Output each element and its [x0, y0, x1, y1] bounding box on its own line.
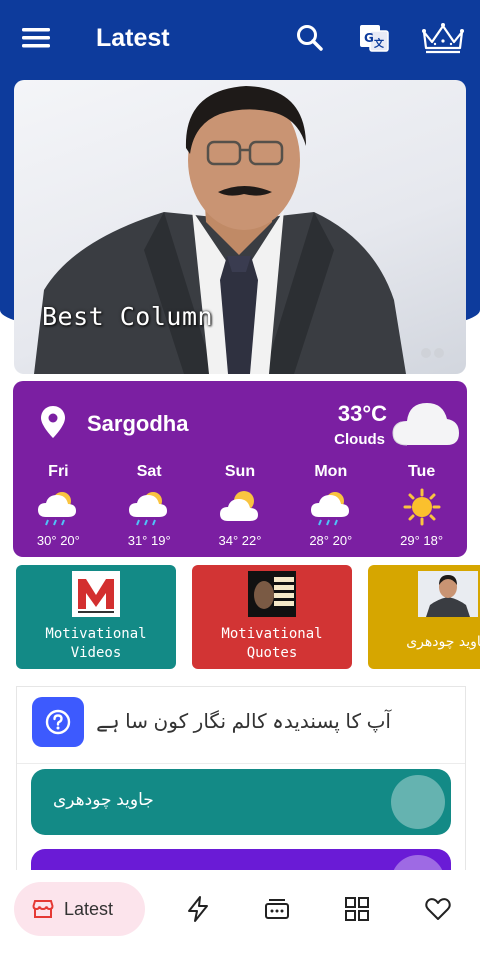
card-label: Motivational Quotes: [221, 626, 323, 661]
carousel-dot[interactable]: [434, 348, 444, 358]
rain-sun-icon: [310, 492, 349, 526]
forecast-temps: 28° 20°: [309, 533, 353, 548]
forecast-day: Fri 30° 20°: [13, 463, 104, 548]
forecast-day: Sun 34° 22°: [195, 463, 286, 548]
weather-condition: Clouds: [334, 431, 385, 448]
crown-icon[interactable]: [420, 20, 466, 56]
poll-section: آپ کا پسندیدہ کالم نگار کون سا ہے جاوید …: [16, 686, 466, 915]
svg-text:文: 文: [374, 37, 385, 50]
forecast-day-name: Sun: [224, 463, 256, 480]
motivational-quotes-card[interactable]: Motivational Quotes: [192, 565, 352, 669]
category-icon[interactable]: [263, 895, 291, 923]
nav-active-label: Latest: [64, 898, 114, 919]
heart-icon[interactable]: [424, 895, 452, 923]
poll-option[interactable]: جاوید چودھری: [31, 769, 451, 835]
poll-option-label: جاوید چودھری: [53, 790, 154, 809]
columnist-card[interactable]: جاوید چودھری: [368, 565, 480, 669]
rain-sun-icon: [129, 492, 168, 526]
forecast-day-name: Sat: [136, 463, 162, 480]
forecast-temps: 31° 19°: [127, 533, 171, 548]
card-label: Motivational Videos: [45, 626, 147, 661]
bolt-icon[interactable]: [184, 895, 212, 923]
forecast-row: Fri 30° 20° Sat 31° 19° Sun 34° 22° Mon …: [13, 463, 467, 548]
menu-icon[interactable]: [22, 24, 52, 52]
nav-item-latest[interactable]: Latest: [14, 882, 145, 936]
search-icon[interactable]: [292, 20, 328, 56]
sun-icon: [403, 488, 441, 526]
card-label: جاوید چودھری: [406, 634, 480, 650]
bottom-navigation: Latest: [0, 870, 480, 960]
poll-option-radio[interactable]: [391, 775, 445, 829]
weather-card: Sargodha 33°C Clouds Fri 30° 20° Sat 31°…: [13, 381, 467, 557]
motivational-quotes-thumbnail: [248, 571, 296, 617]
poll-question: آپ کا پسندیدہ کالم نگار کون سا ہے: [96, 711, 391, 733]
store-icon: [32, 900, 54, 918]
rain-sun-icon: [38, 492, 77, 526]
question-icon: [32, 697, 84, 747]
forecast-day-name: Mon: [314, 463, 348, 480]
carousel-dots: [421, 348, 444, 358]
forecast-day: Mon 28° 20°: [285, 463, 376, 548]
weather-city: Sargodha: [87, 411, 189, 436]
carousel-dot[interactable]: [421, 348, 431, 358]
forecast-day: Sat 31° 19°: [104, 463, 195, 548]
forecast-temps: 34° 22°: [218, 533, 262, 548]
divider: [17, 763, 465, 764]
forecast-temps: 29° 18°: [400, 533, 444, 548]
translate-icon[interactable]: G 文: [356, 20, 392, 56]
svg-text:G: G: [364, 31, 374, 45]
forecast-temps: 30° 20°: [36, 533, 80, 548]
sun-cloud-icon: [219, 491, 258, 521]
grid-icon[interactable]: [343, 895, 371, 923]
columnist-thumbnail: [418, 571, 478, 617]
forecast-day-name: Fri: [48, 463, 69, 480]
motivational-videos-thumbnail: [72, 571, 120, 617]
page-title: Latest: [96, 24, 170, 52]
hero-banner[interactable]: Best Column: [14, 80, 466, 374]
hero-label: Best Column: [42, 302, 214, 331]
category-cards: Motivational Videos Motivational Quotes …: [16, 565, 480, 669]
cloud-icon: [392, 403, 459, 446]
motivational-videos-card[interactable]: Motivational Videos: [16, 565, 176, 669]
location-pin-icon: [41, 406, 65, 438]
forecast-day: Tue 29° 18°: [376, 463, 467, 548]
app-bar: Latest G 文: [0, 0, 480, 78]
forecast-day-name: Tue: [407, 463, 436, 480]
weather-temperature: 33°C: [337, 401, 387, 426]
